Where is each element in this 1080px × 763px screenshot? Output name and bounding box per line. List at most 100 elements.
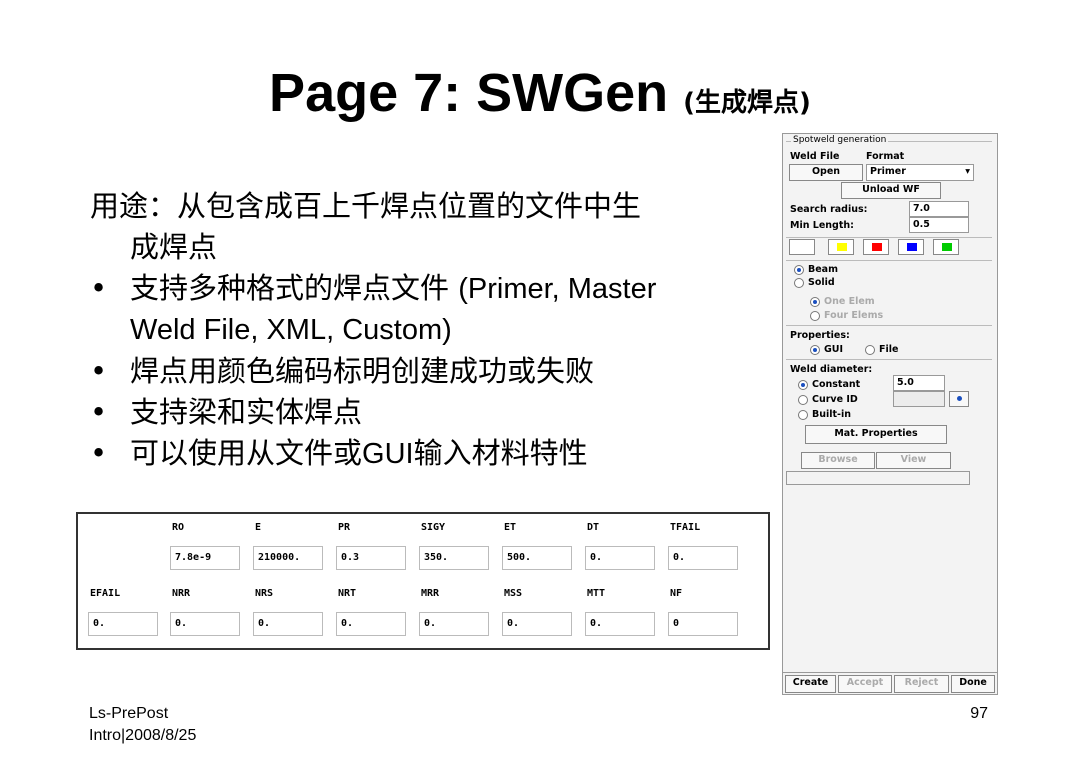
bullet-dot: • <box>90 271 108 305</box>
constant-input[interactable]: 5.0 <box>893 375 945 391</box>
bullet-beam-solid-text: 支持梁和实体焊点 <box>130 395 363 429</box>
radio-checked-icon <box>810 296 820 307</box>
beam-label: Beam <box>808 264 838 275</box>
intro-line-1: 用途：从包含成百上千焊点位置的文件中生 <box>90 189 642 223</box>
four-elems-label: Four Elems <box>824 310 884 321</box>
one-elem-radio[interactable]: One Elem <box>810 296 875 307</box>
green-color-icon <box>942 243 952 251</box>
unload-wf-button[interactable]: Unload WF <box>841 182 941 199</box>
bullet-dot: • <box>90 354 108 388</box>
search-radius-input[interactable]: 7.0 <box>909 201 969 217</box>
bullet-formats-cn: 支持多种格式的焊点文件 <box>130 271 459 305</box>
field-mss[interactable]: 0. <box>502 612 572 636</box>
radio-checked-icon <box>810 344 820 355</box>
curve-pick-button[interactable] <box>949 391 969 407</box>
gui-label: GUI <box>824 344 844 355</box>
one-elem-label: One Elem <box>824 296 875 307</box>
file-radio[interactable]: File <box>865 344 898 355</box>
browse-button[interactable]: Browse <box>801 452 875 469</box>
bullet-formats: • 支持多种格式的焊点文件 (Primer, Master <box>90 268 760 310</box>
header-mss: MSS <box>504 588 523 599</box>
format-select[interactable]: Primer ▾ <box>866 164 974 181</box>
field-nrs[interactable]: 0. <box>253 612 323 636</box>
gui-radio[interactable]: GUI <box>810 344 843 355</box>
weld-diameter-label: Weld diameter: <box>790 364 873 375</box>
field-nrr[interactable]: 0. <box>170 612 240 636</box>
bullet-material-cn1: 可以使用从文件或 <box>130 436 363 470</box>
curve-id-radio[interactable]: Curve ID <box>798 394 858 405</box>
radio-checked-icon <box>798 379 808 390</box>
field-ro[interactable]: 7.8e-9 <box>170 546 240 570</box>
bullet-dot: • <box>90 395 108 429</box>
color-swatch-green[interactable] <box>933 239 959 255</box>
field-mtt[interactable]: 0. <box>585 612 655 636</box>
blue-color-icon <box>907 243 917 251</box>
field-mrr[interactable]: 0. <box>419 612 489 636</box>
mat-properties-button[interactable]: Mat. Properties <box>805 425 947 444</box>
yellow-color-icon <box>837 243 847 251</box>
header-pr: PR <box>338 522 351 533</box>
divider <box>786 260 992 261</box>
format-value: Primer <box>870 166 906 177</box>
color-swatch-red[interactable] <box>863 239 889 255</box>
min-length-input[interactable]: 0.5 <box>909 217 969 233</box>
accept-button[interactable]: Accept <box>838 675 892 693</box>
field-et[interactable]: 500. <box>502 546 572 570</box>
header-nrt: NRT <box>338 588 357 599</box>
builtin-radio[interactable]: Built-in <box>798 409 851 420</box>
radio-unchecked-icon <box>798 394 808 405</box>
field-e[interactable]: 210000. <box>253 546 323 570</box>
field-tfail[interactable]: 0. <box>668 546 738 570</box>
divider <box>786 237 992 238</box>
bullet-material-en: GUI <box>362 438 414 470</box>
bullet-dot: • <box>90 436 108 470</box>
reject-button[interactable]: Reject <box>894 675 949 693</box>
spotweld-panel: Spotweld generation Weld File Format Ope… <box>782 133 998 695</box>
header-ro: RO <box>172 522 185 533</box>
red-color-icon <box>872 243 882 251</box>
bullet-beam-solid: • 支持梁和实体焊点 <box>90 392 760 433</box>
page-number: 97 <box>970 705 988 722</box>
radio-checked-icon <box>794 264 804 275</box>
min-length-label: Min Length: <box>790 220 854 231</box>
bullet-formats-line2: Weld File, XML, Custom) <box>130 314 452 346</box>
open-button[interactable]: Open <box>789 164 863 181</box>
material-properties-table: RO E PR SIGY ET DT TFAIL 7.8e-9 210000. … <box>76 512 770 650</box>
header-e: E <box>255 522 262 533</box>
header-sigy: SIGY <box>421 522 446 533</box>
field-efail[interactable]: 0. <box>88 612 158 636</box>
header-tfail: TFAIL <box>670 522 701 533</box>
constant-radio[interactable]: Constant <box>798 379 860 390</box>
intro-line-2: 成焊点 <box>130 230 218 264</box>
field-pr[interactable]: 0.3 <box>336 546 406 570</box>
footer-date: Intro|2008/8/25 <box>89 727 197 744</box>
create-button[interactable]: Create <box>785 675 836 693</box>
field-nf[interactable]: 0 <box>668 612 738 636</box>
dot-icon <box>956 396 962 401</box>
divider <box>786 325 992 326</box>
radio-unchecked-icon <box>798 409 808 420</box>
field-dt[interactable]: 0. <box>585 546 655 570</box>
radio-unchecked-icon <box>794 277 804 288</box>
color-swatch-white[interactable] <box>789 239 815 255</box>
bullet-list: 用途：从包含成百上千焊点位置的文件中生 成焊点 • 支持多种格式的焊点文件 (P… <box>90 186 760 475</box>
bullet-color-coding-text: 焊点用颜色编码标明创建成功或失败 <box>130 354 595 388</box>
header-nrs: NRS <box>255 588 274 599</box>
four-elems-radio[interactable]: Four Elems <box>810 310 883 321</box>
view-button[interactable]: View <box>876 452 951 469</box>
chevron-down-icon: ▾ <box>965 166 970 177</box>
beam-radio[interactable]: Beam <box>794 264 838 275</box>
color-swatch-yellow[interactable] <box>828 239 854 255</box>
color-swatch-blue[interactable] <box>898 239 924 255</box>
slide-title-sub: (生成焊点) <box>683 88 811 118</box>
done-button[interactable]: Done <box>951 675 995 693</box>
divider <box>783 672 997 673</box>
field-nrt[interactable]: 0. <box>336 612 406 636</box>
slide-title-main: Page 7: SWGen <box>269 63 684 123</box>
curve-id-input[interactable] <box>893 391 945 407</box>
curve-id-label: Curve ID <box>812 394 858 405</box>
bullet-color-coding: • 焊点用颜色编码标明创建成功或失败 <box>90 351 760 392</box>
radio-unchecked-icon <box>865 344 875 355</box>
solid-radio[interactable]: Solid <box>794 277 835 288</box>
field-sigy[interactable]: 350. <box>419 546 489 570</box>
